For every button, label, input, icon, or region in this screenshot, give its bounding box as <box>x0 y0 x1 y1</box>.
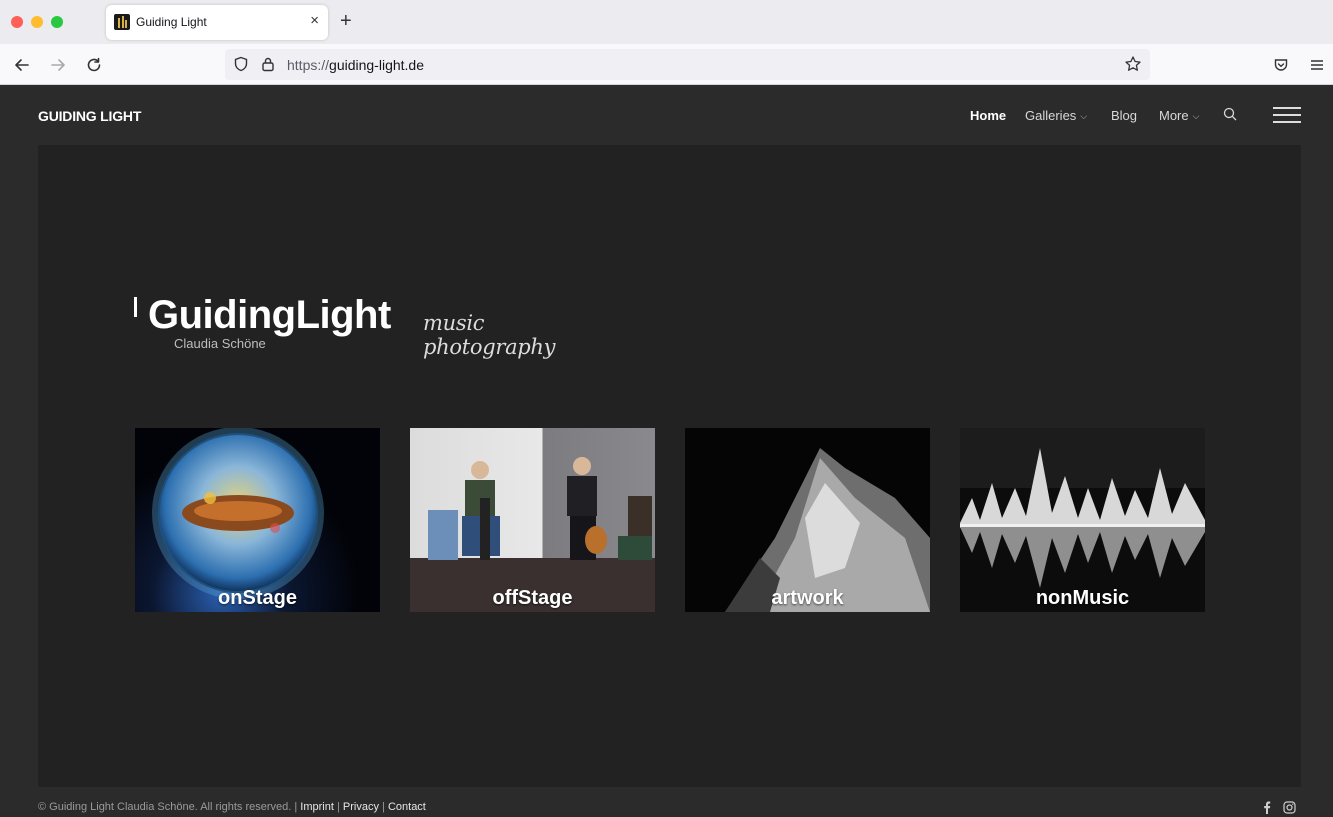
close-window-button[interactable] <box>11 16 23 28</box>
search-icon[interactable] <box>1223 107 1237 124</box>
brand-banner: GuidingLight Claudia Schöne music photog… <box>134 293 594 359</box>
footer-copyright: © Guiding Light Claudia Schöne. All righ… <box>38 801 292 813</box>
forward-arrow-icon[interactable] <box>46 53 70 77</box>
nav-galleries[interactable]: Galleries ⌵ <box>1025 108 1087 123</box>
gallery-label: nonMusic <box>1035 587 1130 609</box>
brand-tagline: music photography <box>423 311 556 359</box>
gallery-tile-onstage[interactable]: onStage <box>135 428 380 612</box>
gallery-label: offStage <box>492 587 573 609</box>
minimize-window-button[interactable] <box>31 16 43 28</box>
site-footer: © Guiding Light Claudia Schöne. All righ… <box>38 801 426 813</box>
gallery-tile-nonmusic[interactable]: nonMusic <box>960 428 1205 612</box>
hamburger-icon[interactable] <box>1273 107 1301 123</box>
instagram-icon[interactable] <box>1283 801 1296 817</box>
facebook-icon[interactable] <box>1263 801 1271 817</box>
chevron-down-icon: ⌵ <box>1080 111 1088 121</box>
site-page: GUIDING LIGHT Home Galleries ⌵ Blog More ⌵… <box>0 85 1333 814</box>
pocket-icon[interactable] <box>1269 53 1293 77</box>
gallery-image <box>152 428 324 599</box>
gallery-tile-offstage[interactable]: offStage <box>410 428 655 612</box>
tab-close-icon[interactable]: × <box>310 13 319 29</box>
url-text[interactable]: https://guiding-light.de <box>287 57 424 73</box>
gallery-image <box>410 457 655 612</box>
back-arrow-icon[interactable] <box>10 53 34 77</box>
lock-icon[interactable] <box>256 52 280 76</box>
browser-toolbar: https://guiding-light.de <box>0 44 1333 85</box>
nav-home[interactable]: Home <box>970 108 1006 123</box>
browser-tab-bar: Guiding Light × + <box>0 0 1333 44</box>
brand-subtitle: Claudia Schöne <box>174 336 266 351</box>
url-bar[interactable]: https://guiding-light.de <box>225 49 1150 80</box>
footer-imprint-link[interactable]: Imprint <box>300 801 334 813</box>
bookmark-star-icon[interactable] <box>1121 52 1145 76</box>
site-logo[interactable]: GUIDING LIGHT <box>38 108 141 124</box>
shield-icon[interactable] <box>229 52 253 76</box>
app-menu-icon[interactable] <box>1305 53 1329 77</box>
gallery-label: onStage <box>218 587 297 609</box>
maximize-window-button[interactable] <box>51 16 63 28</box>
nav-blog[interactable]: Blog <box>1111 108 1137 123</box>
footer-privacy-link[interactable]: Privacy <box>343 801 379 813</box>
new-tab-button[interactable]: + <box>340 10 352 32</box>
tab-title: Guiding Light <box>136 15 207 29</box>
gallery-tile-artwork[interactable]: artwork <box>685 428 930 612</box>
nav-more[interactable]: More ⌵ <box>1159 108 1199 123</box>
gallery-label: artwork <box>771 587 844 609</box>
browser-tab[interactable]: Guiding Light × <box>106 5 328 40</box>
chevron-down-icon: ⌵ <box>1192 111 1200 121</box>
favicon-icon <box>114 14 130 30</box>
main-content: GuidingLight Claudia Schöne music photog… <box>38 145 1301 787</box>
footer-contact-link[interactable]: Contact <box>388 801 426 813</box>
brand-mark <box>134 297 137 317</box>
brand-name: GuidingLight <box>148 293 391 337</box>
gallery-image <box>960 428 1205 588</box>
gallery-image <box>725 448 930 612</box>
reload-icon[interactable] <box>82 53 106 77</box>
